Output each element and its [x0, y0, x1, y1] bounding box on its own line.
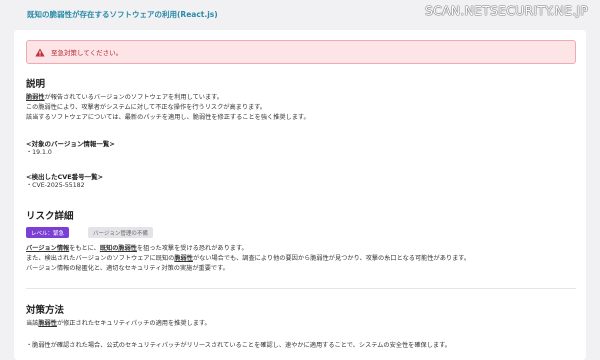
header: 既知の脆弱性が存在するソフトウェアの利用(React.js) SCAN.NETS…	[0, 0, 600, 32]
warning-icon	[35, 47, 45, 57]
risk-heading: リスク詳細	[26, 211, 74, 222]
risk-line-1: バージョン情報をもとに、既知の脆弱性を狙った攻撃を受ける恐れがあります。	[26, 245, 248, 253]
cve-heading: <検出したCVE番号一覧>	[26, 173, 104, 181]
content-card: 至急対策してください。 説明 脆弱性が報告されているバージョンのソフトウェアを利…	[14, 30, 586, 360]
alert-banner: 至急対策してください。	[26, 40, 576, 64]
vulnerability-term: 脆弱性	[38, 320, 57, 327]
description-heading: 説明	[26, 79, 46, 90]
watermark: SCAN.NETSECURITY.NE.JP	[424, 3, 588, 18]
risk-line-2: また、検出されたバージョンのソフトウェアに既知の脆弱性がない場合でも、調査により…	[26, 255, 470, 263]
risk-line-2-text-c: がない場合でも、調査により他の要因から脆弱性が見つかり、攻撃の糸口となる可能性が…	[192, 255, 471, 262]
description-line-1: 脆弱性が報告されているバージョンのソフトウェアを利用しています。	[26, 94, 223, 102]
risk-line-2-text-a: また、検出されたバージョンのソフトウェアに既知の	[26, 255, 175, 262]
description-line-3: 該当するソフトウェアについては、最新のパッチを適用し、脆弱性を修正することを強く…	[26, 114, 310, 121]
risk-line-1-text-d: を狙った攻撃を受ける恐れがあります。	[136, 245, 248, 252]
versions-heading: <対象のバージョン情報一覧>	[26, 140, 115, 148]
risk-line-1-text-b: をもとに、	[69, 245, 100, 252]
vulnerability-term: 脆弱性	[26, 94, 45, 101]
countermeasure-line-1-text-a: 当該	[26, 320, 39, 327]
level-badge: レベル：緊急	[26, 227, 70, 238]
risk-line-3: バージョン情報の秘匿化と、適切なセキュリティ対策の実施が重要です。	[26, 265, 229, 272]
version-item: ・19.1.0	[26, 149, 52, 156]
countermeasure-heading: 対策方法	[26, 305, 65, 316]
category-badge: バージョン管理の不備	[88, 227, 153, 238]
section-divider	[26, 288, 576, 289]
countermeasure-line-1: 当該脆弱性が修正されたセキュリティパッチの適用を推奨します。	[26, 320, 211, 328]
countermeasure-line-1-text-c: が修正されたセキュリティパッチの適用を推奨します。	[56, 320, 211, 327]
description-line-2: この脆弱性により、攻撃者がシステムに対して不正な操作を行うリスクが高まります。	[26, 104, 266, 111]
known-vulnerability-term: 既知の脆弱性	[99, 245, 137, 252]
countermeasure-line-2: ・脆弱性が確認された場合、公式のセキュリティパッチがリリースされていることを確認…	[26, 342, 451, 349]
page-title: 既知の脆弱性が存在するソフトウェアの利用(React.js)	[27, 10, 218, 19]
cve-item: ・CVE-2025-55182	[26, 182, 85, 189]
alert-text: 至急対策してください。	[51, 49, 123, 57]
description-line-1-text: が報告されているバージョンのソフトウェアを利用しています。	[44, 94, 223, 101]
vulnerability-term: 脆弱性	[174, 255, 193, 262]
version-info-term: バージョン情報	[26, 245, 70, 252]
